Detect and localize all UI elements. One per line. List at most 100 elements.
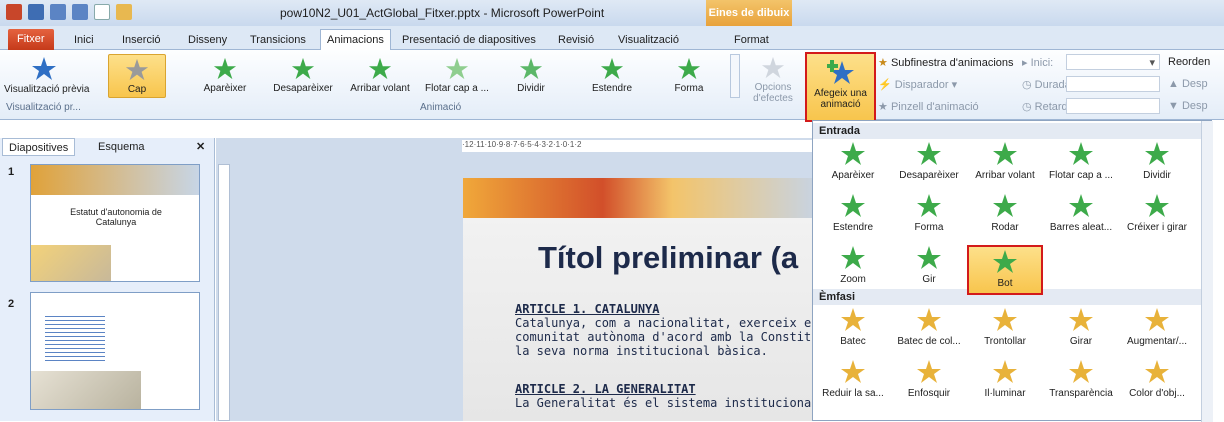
- emphasis-item-label: Batec de col...: [897, 336, 961, 347]
- entrance-star-icon: [1043, 141, 1119, 167]
- entrance-header: Entrada: [813, 123, 1213, 139]
- redo-icon[interactable]: [72, 4, 88, 20]
- article-1-line-1: Catalunya, com a nacionalitat, exerceix …: [515, 316, 812, 330]
- entrance-item-4[interactable]: Dividir: [1119, 141, 1195, 181]
- emphasis-item-2[interactable]: Trontollar: [967, 307, 1043, 347]
- emphasis-item-3[interactable]: Girar: [1043, 307, 1119, 347]
- emphasis-item-7[interactable]: Il·luminar: [967, 359, 1043, 399]
- article-1-line-3: la seva norma institucional bàsica.: [515, 344, 768, 358]
- slide-thumbnail-1[interactable]: Estatut d'autonomia de Catalunya: [30, 164, 200, 282]
- gallery-scrollbar[interactable]: [1201, 121, 1213, 422]
- emphasis-item-4[interactable]: Augmentar/...: [1119, 307, 1195, 347]
- delay-input[interactable]: [1066, 98, 1160, 114]
- tab-design[interactable]: Disseny: [182, 30, 233, 50]
- entrance-item-11[interactable]: Gir: [891, 245, 967, 285]
- tab-outline[interactable]: Esquema: [92, 138, 150, 156]
- gallery-appear[interactable]: Aparèixer: [195, 57, 255, 94]
- open-icon[interactable]: [116, 4, 132, 20]
- gallery-scroll[interactable]: [730, 54, 740, 98]
- effect-options-button[interactable]: Opcions d'efectes: [744, 56, 802, 104]
- entrance-item-10[interactable]: Zoom: [815, 245, 891, 285]
- entrance-item-0[interactable]: Aparèixer: [815, 141, 891, 181]
- entrance-item-label: Gir: [922, 274, 936, 285]
- entrance-item-8[interactable]: Barres aleat...: [1043, 193, 1119, 233]
- emphasis-item-8[interactable]: Transparència: [1043, 359, 1119, 399]
- emphasis-star-icon: [1043, 359, 1119, 385]
- entrance-item-6[interactable]: Forma: [891, 193, 967, 233]
- emphasis-item-1[interactable]: Batec de col...: [891, 307, 967, 347]
- trigger-button[interactable]: ⚡ Disparador ▾: [878, 78, 957, 91]
- chevron-down-icon: ▾: [1149, 57, 1155, 69]
- gallery-split[interactable]: Dividir: [506, 57, 556, 94]
- entrance-item-3[interactable]: Flotar cap a ...: [1043, 141, 1119, 181]
- trigger-icon: ⚡: [878, 79, 892, 91]
- painter-label: Pinzell d'animació: [890, 101, 979, 113]
- group-animation-label: Animació: [420, 102, 462, 113]
- trigger-label: Disparador: [894, 79, 949, 91]
- entrance-item-5[interactable]: Estendre: [815, 193, 891, 233]
- slide-thumbnail-2[interactable]: [30, 292, 200, 410]
- emphasis-star-icon: [815, 307, 891, 333]
- entrance-item-9[interactable]: Créixer i girar: [1119, 193, 1195, 233]
- tab-home[interactable]: Inici: [68, 30, 100, 50]
- preview-label: Visualització prèvia: [4, 84, 90, 95]
- ribbon-tabs: Fitxer Inici Inserció Disseny Transicion…: [0, 26, 1224, 51]
- float-in-star-icon: [445, 57, 469, 80]
- emphasis-item-0[interactable]: Batec: [815, 307, 891, 347]
- tab-view[interactable]: Visualització: [612, 30, 685, 50]
- gallery-float-in[interactable]: Flotar cap a ...: [420, 57, 494, 94]
- tab-insert[interactable]: Inserció: [116, 30, 167, 50]
- animation-painter-button[interactable]: ★ Pinzell d'animació: [878, 100, 979, 113]
- move-later-button[interactable]: ▼ Desp: [1168, 100, 1208, 112]
- close-icon[interactable]: ✕: [190, 138, 211, 156]
- emphasis-item-9[interactable]: Color d'obj...: [1119, 359, 1195, 399]
- emphasis-item-6[interactable]: Enfosquir: [891, 359, 967, 399]
- save-icon[interactable]: [28, 4, 44, 20]
- entrance-item-label: Rodar: [991, 222, 1019, 233]
- emphasis-item-5[interactable]: Reduir la sa...: [815, 359, 891, 399]
- undo-icon[interactable]: [50, 4, 66, 20]
- tab-format[interactable]: Format: [728, 30, 775, 50]
- none-star-icon: [125, 58, 149, 81]
- delay-label: ◷ Retard:: [1022, 101, 1071, 113]
- start-label: ▸ Inici:: [1022, 57, 1054, 69]
- add-animation-button[interactable]: Afegeix una animació: [805, 52, 876, 122]
- emphasis-item-label: Augmentar/...: [1126, 336, 1188, 347]
- gallery-wipe-label: Estendre: [591, 83, 633, 94]
- gallery-none-label: Cap: [127, 84, 147, 95]
- move-earlier-button[interactable]: ▲ Desp: [1168, 78, 1208, 90]
- slide-canvas[interactable]: Títol preliminar (a ARTICLE 1. CATALUNYA…: [463, 178, 812, 421]
- tab-animations[interactable]: Animacions: [320, 29, 391, 51]
- preview-button[interactable]: Visualització prèvia: [4, 56, 89, 95]
- entrance-item-2[interactable]: Arribar volant: [967, 141, 1043, 181]
- gallery-shape[interactable]: Forma: [664, 57, 714, 94]
- horizontal-ruler: ·12·11·10·9·8·7·6·5·4·3·2·1·0·1·2: [462, 140, 812, 152]
- gallery-wipe[interactable]: Estendre: [584, 57, 640, 94]
- entrance-item-1[interactable]: Desaparèixer: [891, 141, 967, 181]
- entrance-star-icon: [891, 245, 967, 271]
- gallery-fade[interactable]: Desaparèixer: [268, 57, 338, 94]
- gallery-none[interactable]: Cap: [108, 54, 166, 98]
- emphasis-star-icon: [891, 359, 967, 385]
- entrance-star-icon: [815, 141, 891, 167]
- tab-transitions[interactable]: Transicions: [244, 30, 312, 50]
- new-icon[interactable]: [94, 4, 110, 20]
- tab-slideshow[interactable]: Presentació de diapositives: [396, 30, 542, 50]
- add-animation-gallery: Entrada Èmfasi Aparèixer Desaparèixer Arri…: [812, 120, 1213, 422]
- start-select[interactable]: ▾: [1066, 54, 1160, 70]
- tab-slides[interactable]: Diapositives: [2, 138, 76, 156]
- gallery-fly-in[interactable]: Arribar volant: [343, 57, 417, 94]
- entrance-item-7[interactable]: Rodar: [967, 193, 1043, 233]
- entrance-star-icon: [1043, 193, 1119, 219]
- effect-options-icon: [761, 56, 785, 79]
- duration-input[interactable]: [1066, 76, 1160, 92]
- painter-icon: ★: [878, 101, 888, 113]
- entrance-item-12[interactable]: Bot: [967, 245, 1043, 295]
- tab-file[interactable]: Fitxer: [8, 29, 54, 50]
- animation-pane-button[interactable]: ★ Subfinestra d'animacions: [878, 56, 1014, 69]
- entrance-item-label: Desaparèixer: [899, 170, 959, 181]
- tab-review[interactable]: Revisió: [552, 30, 600, 50]
- emphasis-star-icon: [1119, 307, 1195, 333]
- add-animation-icon: [826, 60, 854, 84]
- emphasis-item-label: Girar: [1069, 336, 1093, 347]
